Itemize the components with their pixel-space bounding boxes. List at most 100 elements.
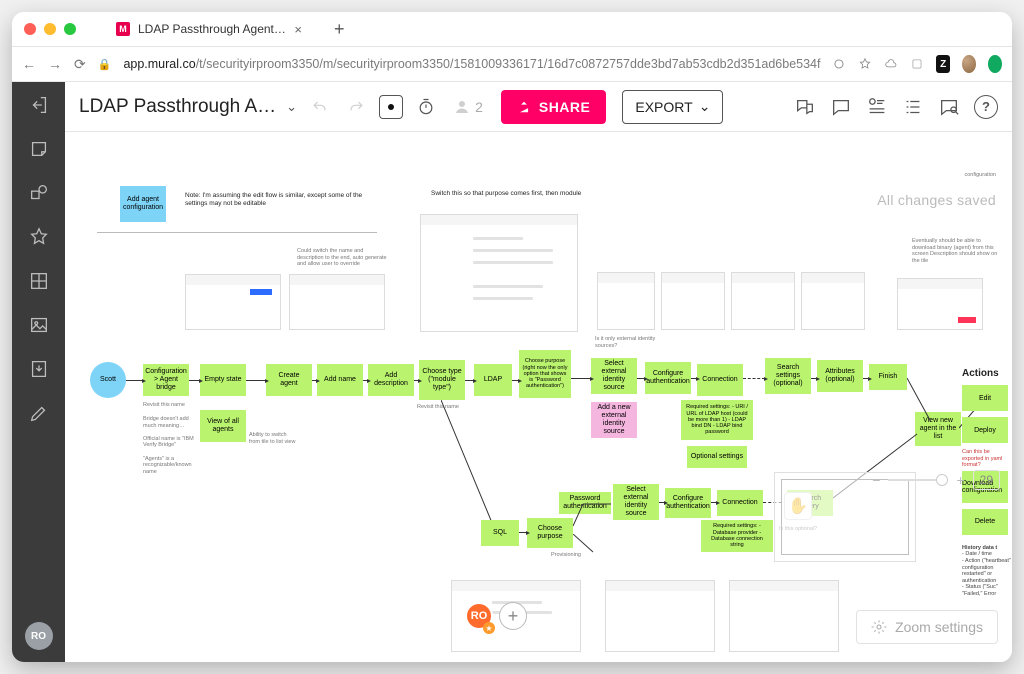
zoom-percent[interactable]: 29	[973, 470, 1000, 490]
sticky-choose-purpose[interactable]: Choose purpose	[527, 518, 573, 548]
sticky-sql[interactable]: SQL	[481, 520, 519, 546]
sticky-choose-type[interactable]: Choose type ("module type")	[419, 360, 465, 400]
text-edit-flow: Note: I'm assuming the edit flow is simi…	[185, 192, 365, 208]
screenshot-thumb[interactable]	[897, 278, 983, 330]
nav-back-icon[interactable]: ←	[22, 56, 36, 72]
profile-avatar-icon[interactable]	[962, 55, 976, 73]
nav-forward-icon[interactable]: →	[48, 56, 62, 72]
redo-icon[interactable]	[343, 94, 369, 120]
sticky-add-new-ext-id[interactable]: Add a new external identity source	[591, 402, 637, 438]
image-icon[interactable]	[28, 314, 50, 336]
screenshot-thumb[interactable]	[605, 580, 715, 652]
sticky-required-sql[interactable]: Required settings: - Database provider -…	[701, 520, 773, 552]
chat-icon[interactable]	[830, 96, 852, 118]
sticky-config-bridge[interactable]: Configuration > Agent bridge	[143, 364, 189, 396]
sticky-choose-purpose-note[interactable]: Choose purpose (right now the only optio…	[519, 350, 571, 398]
sticky-add-desc[interactable]: Add description	[368, 364, 414, 396]
extension-cloud-icon[interactable]	[884, 55, 898, 73]
sticky-select-ext-id2[interactable]: Select external identity source	[613, 484, 659, 520]
export-button[interactable]: EXPORT ⌄	[622, 90, 723, 124]
mural-title[interactable]: LDAP Passthrough A…	[79, 96, 276, 118]
tab-close-icon[interactable]: ×	[294, 22, 302, 37]
extension-dot-icon[interactable]	[988, 55, 1002, 73]
user-avatar[interactable]: RO	[25, 622, 53, 650]
zoom-out-icon[interactable]: −	[872, 472, 880, 488]
sticky-add-agent-config[interactable]: Add agent configuration	[120, 186, 166, 222]
star-icon[interactable]	[858, 55, 872, 73]
sticky-empty-state[interactable]: Empty state	[200, 364, 246, 396]
browser-tab[interactable]: M LDAP Passthrough Agent user fl ×	[104, 15, 314, 43]
outline-icon[interactable]	[902, 96, 924, 118]
comments-icon[interactable]	[794, 96, 816, 118]
extension-z-icon[interactable]: Z	[936, 55, 950, 73]
extension-app-icon[interactable]	[910, 55, 924, 73]
sticky-note-icon[interactable]	[28, 138, 50, 160]
arrow-line	[573, 502, 613, 532]
action-edit[interactable]: Edit	[962, 385, 1008, 411]
sticky-required-ldap[interactable]: Required settings: - URI / URL of LDAP h…	[681, 400, 753, 440]
sticky-connection[interactable]: Connection	[697, 364, 743, 396]
screenshot-thumb[interactable]	[420, 214, 578, 332]
activity-icon[interactable]	[866, 96, 888, 118]
zoom-in-icon[interactable]: +	[956, 472, 964, 488]
window-maximize[interactable]	[64, 23, 76, 35]
screenshot-thumb[interactable]	[661, 272, 725, 330]
screenshot-thumb[interactable]	[731, 272, 795, 330]
canvas[interactable]: All changes saved configuration Eventual…	[65, 132, 1012, 662]
export-chevron-icon: ⌄	[699, 98, 711, 115]
arrow-line	[573, 534, 597, 556]
text-config: configuration	[965, 172, 997, 179]
url-field[interactable]: app.mural.co/t/securityirproom3350/m/sec…	[123, 57, 820, 71]
timer-icon[interactable]	[413, 94, 439, 120]
sticky-add-name[interactable]: Add name	[317, 364, 363, 396]
action-deploy[interactable]: Deploy	[962, 417, 1008, 443]
screenshot-thumb[interactable]	[185, 274, 281, 330]
screenshot-thumb[interactable]	[597, 272, 655, 330]
sticky-configure-auth[interactable]: Configure authentication	[645, 362, 691, 394]
sticky-optional-settings[interactable]: Optional settings	[687, 446, 747, 468]
screenshot-thumb[interactable]	[729, 580, 839, 652]
left-rail: RO	[12, 82, 65, 662]
sticky-search-settings[interactable]: Search settings (optional)	[765, 358, 811, 394]
collaborators[interactable]: 2	[453, 98, 483, 116]
sticky-select-ext-id[interactable]: Select external identity source	[591, 358, 637, 394]
text-download-note: Can this be exported in yaml format?	[962, 449, 1012, 469]
tab-title: LDAP Passthrough Agent user fl	[138, 22, 286, 36]
shapes-icon[interactable]	[28, 182, 50, 204]
screenshot-thumb[interactable]	[289, 274, 385, 330]
find-icon[interactable]	[938, 96, 960, 118]
window-minimize[interactable]	[44, 23, 56, 35]
add-collab-icon[interactable]: +	[499, 602, 527, 630]
star-rail-icon[interactable]	[28, 226, 50, 248]
url-path: /t/securityirproom3350/m/securityirproom…	[196, 57, 821, 71]
zoom-slider[interactable]: − + 29	[872, 470, 1000, 490]
sticky-view-all-agents[interactable]: View of all agents	[200, 410, 246, 442]
import-icon[interactable]	[28, 358, 50, 380]
share-button[interactable]: SHARE	[501, 90, 607, 124]
lock-icon[interactable]: 🔒	[98, 58, 112, 71]
frameworks-icon[interactable]	[28, 270, 50, 292]
sticky-create-agent[interactable]: Create agent	[266, 364, 312, 396]
sticky-scott[interactable]: Scott	[90, 362, 126, 398]
screenshot-thumb[interactable]	[801, 272, 865, 330]
new-tab-button[interactable]: +	[334, 19, 345, 40]
record-icon[interactable]	[379, 95, 403, 119]
action-delete[interactable]: Delete	[962, 509, 1008, 535]
draw-icon[interactable]	[28, 402, 50, 424]
history-body: - Date / time - Action ("heartbeat" or c…	[962, 551, 1012, 597]
title-chevron-icon[interactable]: ⌄	[286, 99, 297, 115]
sticky-attributes[interactable]: Attributes (optional)	[817, 360, 863, 392]
zoom-settings-button[interactable]: Zoom settings	[856, 610, 998, 644]
undo-icon[interactable]	[307, 94, 333, 120]
nav-reload-icon[interactable]: ⟳	[74, 56, 86, 73]
share-label: SHARE	[539, 99, 591, 115]
sticky-connection2[interactable]: Connection	[717, 490, 763, 516]
sticky-ldap[interactable]: LDAP	[474, 364, 512, 396]
sticky-finish[interactable]: Finish	[869, 364, 907, 390]
help-button[interactable]: ?	[974, 95, 998, 119]
sticky-configure-auth2[interactable]: Configure authentication	[665, 488, 711, 518]
window-close[interactable]	[24, 23, 36, 35]
reader-icon[interactable]	[832, 55, 846, 73]
exit-icon[interactable]	[28, 94, 50, 116]
browser-window: M LDAP Passthrough Agent user fl × + ← →…	[12, 12, 1012, 662]
